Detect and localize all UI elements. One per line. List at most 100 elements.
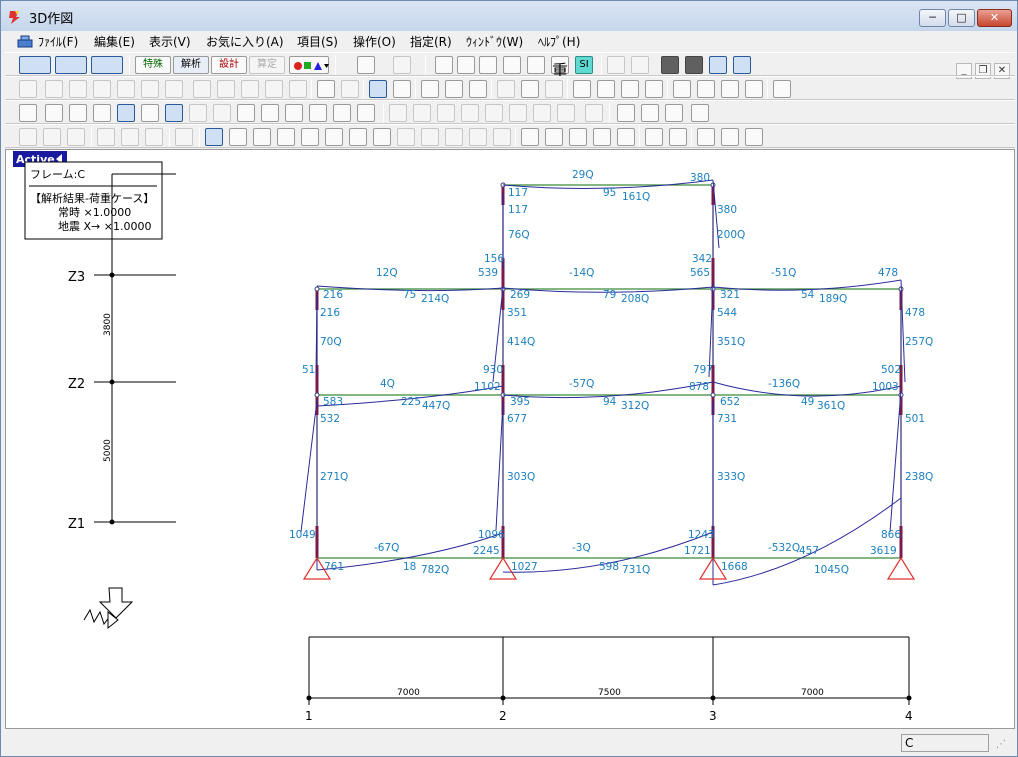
slab-button[interactable] bbox=[325, 128, 343, 146]
m-button[interactable] bbox=[45, 104, 63, 122]
zoom-out-button[interactable] bbox=[645, 80, 663, 98]
move-button[interactable] bbox=[469, 80, 487, 98]
nu-button[interactable] bbox=[485, 104, 503, 122]
sanshutsu-button[interactable]: 算定 bbox=[249, 56, 285, 74]
dimension-button[interactable] bbox=[479, 56, 497, 74]
tool-i-button[interactable] bbox=[585, 104, 603, 122]
bars2-button[interactable] bbox=[733, 56, 751, 74]
henkei-button[interactable] bbox=[285, 104, 303, 122]
angle-button[interactable] bbox=[457, 56, 475, 74]
mu-button[interactable] bbox=[389, 104, 407, 122]
nd-button[interactable] bbox=[141, 80, 159, 98]
tool-x-button[interactable] bbox=[469, 128, 487, 146]
tool-d-button[interactable] bbox=[261, 104, 279, 122]
sekkei-button[interactable]: 設計 bbox=[211, 56, 247, 74]
tool-q-button[interactable] bbox=[145, 128, 163, 146]
nu2-button[interactable] bbox=[509, 104, 527, 122]
select-list-button[interactable] bbox=[317, 80, 335, 98]
n2-button[interactable] bbox=[165, 104, 183, 122]
tool-b-button[interactable] bbox=[213, 104, 231, 122]
paste-view-button[interactable] bbox=[631, 56, 649, 74]
maximize-button[interactable]: □ bbox=[948, 9, 975, 27]
tool-r-button[interactable] bbox=[175, 128, 193, 146]
hand3-button[interactable] bbox=[19, 104, 37, 122]
number-button[interactable] bbox=[673, 80, 691, 98]
menu-item-8[interactable]: ﾍﾙﾌﾟ(H) bbox=[538, 33, 580, 50]
tool-m-button[interactable] bbox=[43, 128, 61, 146]
cross-button[interactable] bbox=[545, 80, 563, 98]
wall-button[interactable] bbox=[301, 128, 319, 146]
copy-button[interactable] bbox=[697, 128, 715, 146]
copy-view-button[interactable] bbox=[607, 56, 625, 74]
menu-item-7[interactable]: ｳｨﾝﾄﾞｳ(W) bbox=[466, 33, 523, 50]
book-button[interactable] bbox=[745, 128, 763, 146]
kaiseki-button[interactable]: 解析 bbox=[173, 56, 209, 74]
stop-button[interactable] bbox=[393, 56, 411, 74]
qu2-button[interactable] bbox=[461, 104, 479, 122]
no-button[interactable] bbox=[665, 104, 683, 122]
tool-h-button[interactable] bbox=[557, 104, 575, 122]
rotate-button[interactable] bbox=[527, 56, 545, 74]
weight-button[interactable]: 重 bbox=[551, 56, 569, 80]
minimize-button[interactable]: ─ bbox=[919, 9, 946, 27]
tool-t-button[interactable] bbox=[373, 128, 391, 146]
frame-view-button[interactable] bbox=[91, 56, 123, 74]
column-button[interactable] bbox=[229, 128, 247, 146]
close-button[interactable]: ✕ bbox=[977, 9, 1012, 27]
fill2-button[interactable] bbox=[685, 56, 703, 74]
export-button[interactable] bbox=[721, 128, 739, 146]
tool-c-button[interactable] bbox=[237, 104, 255, 122]
tool-w-button[interactable] bbox=[445, 128, 463, 146]
tokki-button[interactable]: 特殊 bbox=[135, 56, 171, 74]
brace-button[interactable] bbox=[277, 128, 295, 146]
title-bar[interactable]: 3D作図 ─ □ ✕ bbox=[1, 1, 1017, 31]
tool-e-button[interactable] bbox=[333, 104, 351, 122]
chevron-down-button[interactable] bbox=[521, 128, 539, 146]
end-button[interactable] bbox=[217, 80, 235, 98]
snap-button[interactable] bbox=[193, 80, 211, 98]
tool-s-button[interactable] bbox=[349, 128, 367, 146]
print-button[interactable] bbox=[645, 128, 663, 146]
qd-button[interactable] bbox=[93, 80, 111, 98]
3d-view-button[interactable] bbox=[19, 56, 51, 74]
md2-button[interactable] bbox=[69, 80, 87, 98]
tool-g-button[interactable] bbox=[533, 104, 551, 122]
triangle-down-button[interactable] bbox=[617, 128, 635, 146]
hunch-button[interactable] bbox=[265, 80, 283, 98]
tool-f-button[interactable] bbox=[357, 104, 375, 122]
alarm-button[interactable] bbox=[357, 56, 375, 74]
spark-button[interactable] bbox=[341, 80, 359, 98]
mu2-button[interactable] bbox=[413, 104, 431, 122]
double-down-button[interactable] bbox=[569, 128, 587, 146]
tool-p-button[interactable] bbox=[121, 128, 139, 146]
tool-u-button[interactable] bbox=[397, 128, 415, 146]
pointer-button[interactable] bbox=[369, 80, 387, 98]
menu-item-0[interactable]: ﾌｧｲﾙ(F) bbox=[38, 33, 78, 50]
tool-k-button[interactable] bbox=[641, 104, 659, 122]
menu-item-6[interactable]: 指定(R) bbox=[410, 33, 452, 50]
zoom-in-button[interactable] bbox=[621, 80, 639, 98]
fill-button[interactable] bbox=[661, 56, 679, 74]
beam-button[interactable] bbox=[253, 128, 271, 146]
drawing-canvas[interactable]: Active フレーム:C 【解析結果-荷重ケース】 常時 ×1.0000 地震… bbox=[5, 149, 1015, 729]
tool-j-button[interactable] bbox=[617, 104, 635, 122]
menu-item-4[interactable]: 項目(S) bbox=[297, 33, 338, 50]
color-shapes-button[interactable] bbox=[289, 56, 329, 74]
hand-button[interactable] bbox=[19, 80, 37, 98]
tool-y-button[interactable] bbox=[493, 128, 511, 146]
resize-grip-icon[interactable]: ⋰ bbox=[996, 739, 1012, 753]
grid-view-button[interactable] bbox=[55, 56, 87, 74]
pan-button[interactable] bbox=[503, 56, 521, 74]
arrow-up2-button[interactable] bbox=[745, 80, 763, 98]
tool-n-button[interactable] bbox=[67, 128, 85, 146]
chevron-up-button[interactable] bbox=[545, 128, 563, 146]
node-button[interactable] bbox=[205, 128, 223, 146]
m2-button[interactable] bbox=[69, 104, 87, 122]
bars-button[interactable] bbox=[709, 56, 727, 74]
trim-button[interactable] bbox=[573, 80, 591, 98]
number2-button[interactable] bbox=[697, 80, 715, 98]
insert-button[interactable] bbox=[521, 80, 539, 98]
tool-o-button[interactable] bbox=[97, 128, 115, 146]
tool-l-button[interactable] bbox=[19, 128, 37, 146]
lasso-button[interactable] bbox=[497, 80, 515, 98]
